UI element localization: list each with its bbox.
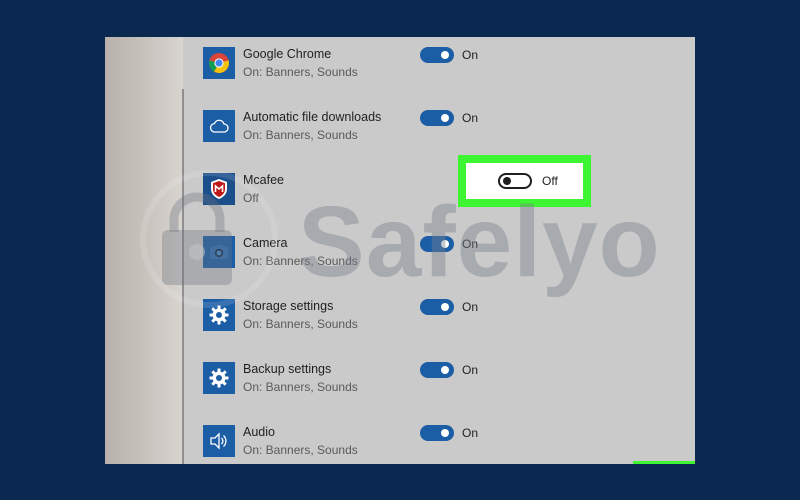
app-notification-status: On: Banners, Sounds: [243, 380, 358, 394]
app-name: Google Chrome: [243, 47, 332, 61]
camera-toggle[interactable]: [420, 236, 454, 252]
list-item: Storage settings On: Banners, Sounds On: [203, 289, 683, 337]
sidebar-blurred: [105, 37, 183, 464]
toggle-label: On: [462, 48, 479, 62]
chrome-toggle[interactable]: [420, 47, 454, 63]
list-item: Automatic file downloads On: Banners, So…: [203, 100, 683, 148]
chrome-icon: [203, 47, 235, 79]
toggle-label: Off: [542, 174, 558, 188]
app-name: Camera: [243, 236, 288, 250]
toggle-label: On: [462, 111, 479, 125]
backup-settings-toggle[interactable]: [420, 362, 454, 378]
bottom-accent-bar: [633, 461, 695, 464]
app-notification-status: On: Banners, Sounds: [243, 254, 358, 268]
toggle-knob: [503, 177, 511, 185]
gear-icon: [203, 299, 235, 331]
toggle-label: On: [462, 300, 479, 314]
toggle-knob: [441, 303, 449, 311]
toggle-label: On: [462, 363, 479, 377]
list-item: Mcafee Off: [203, 163, 683, 211]
toggle-knob: [441, 51, 449, 59]
app-notification-status: On: Banners, Sounds: [243, 443, 358, 457]
app-notification-list: Google Chrome On: Banners, Sounds On Aut…: [184, 37, 695, 464]
toggle-label: On: [462, 237, 479, 251]
speaker-icon: [203, 425, 235, 457]
mcafee-toggle[interactable]: [498, 173, 532, 189]
toggle-knob: [441, 366, 449, 374]
app-name: Audio: [243, 425, 275, 439]
app-name: Backup settings: [243, 362, 332, 376]
app-name: Mcafee: [243, 173, 284, 187]
notification-settings-window: Google Chrome On: Banners, Sounds On Aut…: [105, 37, 695, 464]
app-name: Storage settings: [243, 299, 334, 313]
app-notification-status: On: Banners, Sounds: [243, 317, 358, 331]
toggle-knob: [441, 429, 449, 437]
mcafee-shield-icon: [203, 173, 235, 205]
toggle-label: On: [462, 426, 479, 440]
list-item: Backup settings On: Banners, Sounds On: [203, 352, 683, 400]
app-notification-status: Off: [243, 191, 259, 205]
app-notification-status: On: Banners, Sounds: [243, 65, 358, 79]
app-notification-status: On: Banners, Sounds: [243, 128, 358, 142]
camera-icon: [203, 236, 235, 268]
audio-toggle[interactable]: [420, 425, 454, 441]
storage-settings-toggle[interactable]: [420, 299, 454, 315]
automatic-file-downloads-toggle[interactable]: [420, 110, 454, 126]
list-item: Audio On: Banners, Sounds On: [203, 415, 683, 463]
highlight-inner: Off: [466, 163, 583, 199]
cloud-icon: [203, 110, 235, 142]
toggle-knob: [441, 240, 449, 248]
app-name: Automatic file downloads: [243, 110, 382, 124]
toggle-knob: [441, 114, 449, 122]
gear-icon: [203, 362, 235, 394]
list-item: Camera On: Banners, Sounds On: [203, 226, 683, 274]
list-item: Google Chrome On: Banners, Sounds On: [203, 37, 683, 85]
highlighted-toggle-box: Off: [458, 155, 591, 207]
